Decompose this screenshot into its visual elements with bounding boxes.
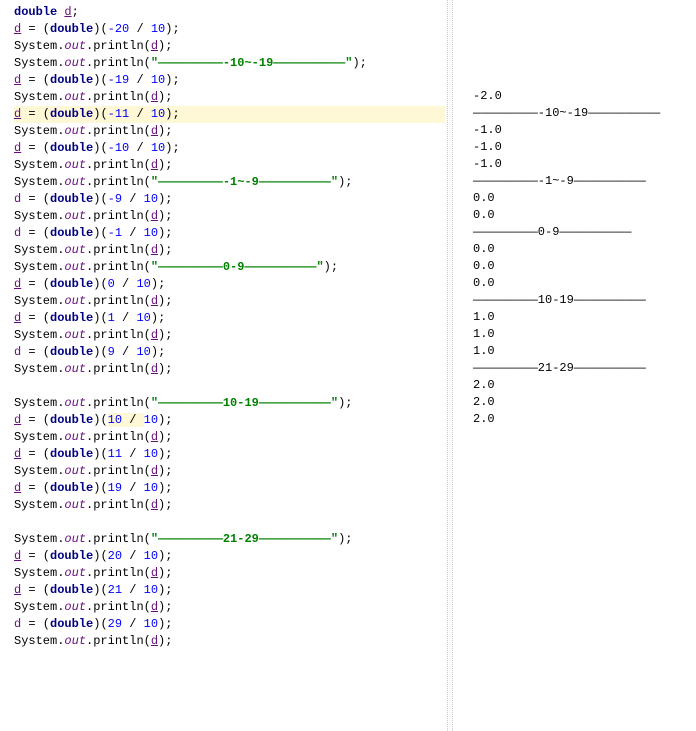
code-line: System.out.println("—————————-1~-9——————… — [14, 174, 445, 191]
code-line: double d; — [14, 4, 445, 21]
code-line-blank — [14, 514, 445, 531]
code-line: System.out.println(d); — [14, 599, 445, 616]
output-line: —————————10-19—————————— — [473, 292, 688, 309]
output-line: 0.0 — [473, 190, 688, 207]
output-line: -1.0 — [473, 139, 688, 156]
code-line-highlighted: d = (double)(-11 / 10); — [14, 106, 445, 123]
code-line: System.out.println(d); — [14, 361, 445, 378]
code-line: d = (double)(-10 / 10); — [14, 140, 445, 157]
code-line: System.out.println(d); — [14, 38, 445, 55]
code-line: System.out.println(d); — [14, 633, 445, 650]
code-line: System.out.println(d); — [14, 463, 445, 480]
code-line: d = (double)(9 / 10); — [14, 344, 445, 361]
code-line: System.out.println("—————————0-9————————… — [14, 259, 445, 276]
output-line: 2.0 — [473, 394, 688, 411]
code-line: d = (double)(1 / 10); — [14, 310, 445, 327]
output-line: -2.0 — [473, 88, 688, 105]
code-line: System.out.println("—————————21-29——————… — [14, 531, 445, 548]
code-line: System.out.println(d); — [14, 497, 445, 514]
code-editor[interactable]: double d; d = (double)(-20 / 10); System… — [0, 0, 445, 731]
code-line-blank — [14, 378, 445, 395]
output-line: 0.0 — [473, 258, 688, 275]
code-line: System.out.println("—————————-10~-19————… — [14, 55, 445, 72]
code-line: System.out.println(d); — [14, 242, 445, 259]
output-line: 1.0 — [473, 309, 688, 326]
output-line: 2.0 — [473, 411, 688, 428]
output-line: —————————-1~-9—————————— — [473, 173, 688, 190]
code-line: d = (double)(-9 / 10); — [14, 191, 445, 208]
code-line: System.out.println(d); — [14, 123, 445, 140]
code-line: System.out.println(d); — [14, 429, 445, 446]
code-line: System.out.println(d); — [14, 327, 445, 344]
code-line: System.out.println(d); — [14, 89, 445, 106]
output-line: 2.0 — [473, 377, 688, 394]
code-line: d = (double)(20 / 10); — [14, 548, 445, 565]
code-line: System.out.println(d); — [14, 565, 445, 582]
code-line: d = (double)(10 / 10); — [14, 412, 445, 429]
output-line: 0.0 — [473, 207, 688, 224]
output-line: —————————21-29—————————— — [473, 360, 688, 377]
code-line: System.out.println(d); — [14, 208, 445, 225]
output-line: 0.0 — [473, 241, 688, 258]
code-line: d = (double)(11 / 10); — [14, 446, 445, 463]
code-line: System.out.println("—————————10-19——————… — [14, 395, 445, 412]
output-line: 1.0 — [473, 343, 688, 360]
code-line: d = (double)(0 / 10); — [14, 276, 445, 293]
output-line: -1.0 — [473, 156, 688, 173]
output-line: —————————-10~-19—————————— — [473, 105, 688, 122]
output-line: 0.0 — [473, 275, 688, 292]
code-line: System.out.println(d); — [14, 157, 445, 174]
code-line: d = (double)(21 / 10); — [14, 582, 445, 599]
code-line: d = (double)(-19 / 10); — [14, 72, 445, 89]
output-line: -1.0 — [473, 122, 688, 139]
code-line: d = (double)(-1 / 10); — [14, 225, 445, 242]
code-line: d = (double)(-20 / 10); — [14, 21, 445, 38]
output-line: —————————0-9—————————— — [473, 224, 688, 241]
code-line: d = (double)(29 / 10); — [14, 616, 445, 633]
code-line: System.out.println(d); — [14, 293, 445, 310]
pane-divider[interactable] — [447, 0, 453, 731]
code-line: d = (double)(19 / 10); — [14, 480, 445, 497]
console-output[interactable]: -2.0 —————————-10~-19—————————— -1.0 -1.… — [455, 0, 696, 731]
output-line: 1.0 — [473, 326, 688, 343]
